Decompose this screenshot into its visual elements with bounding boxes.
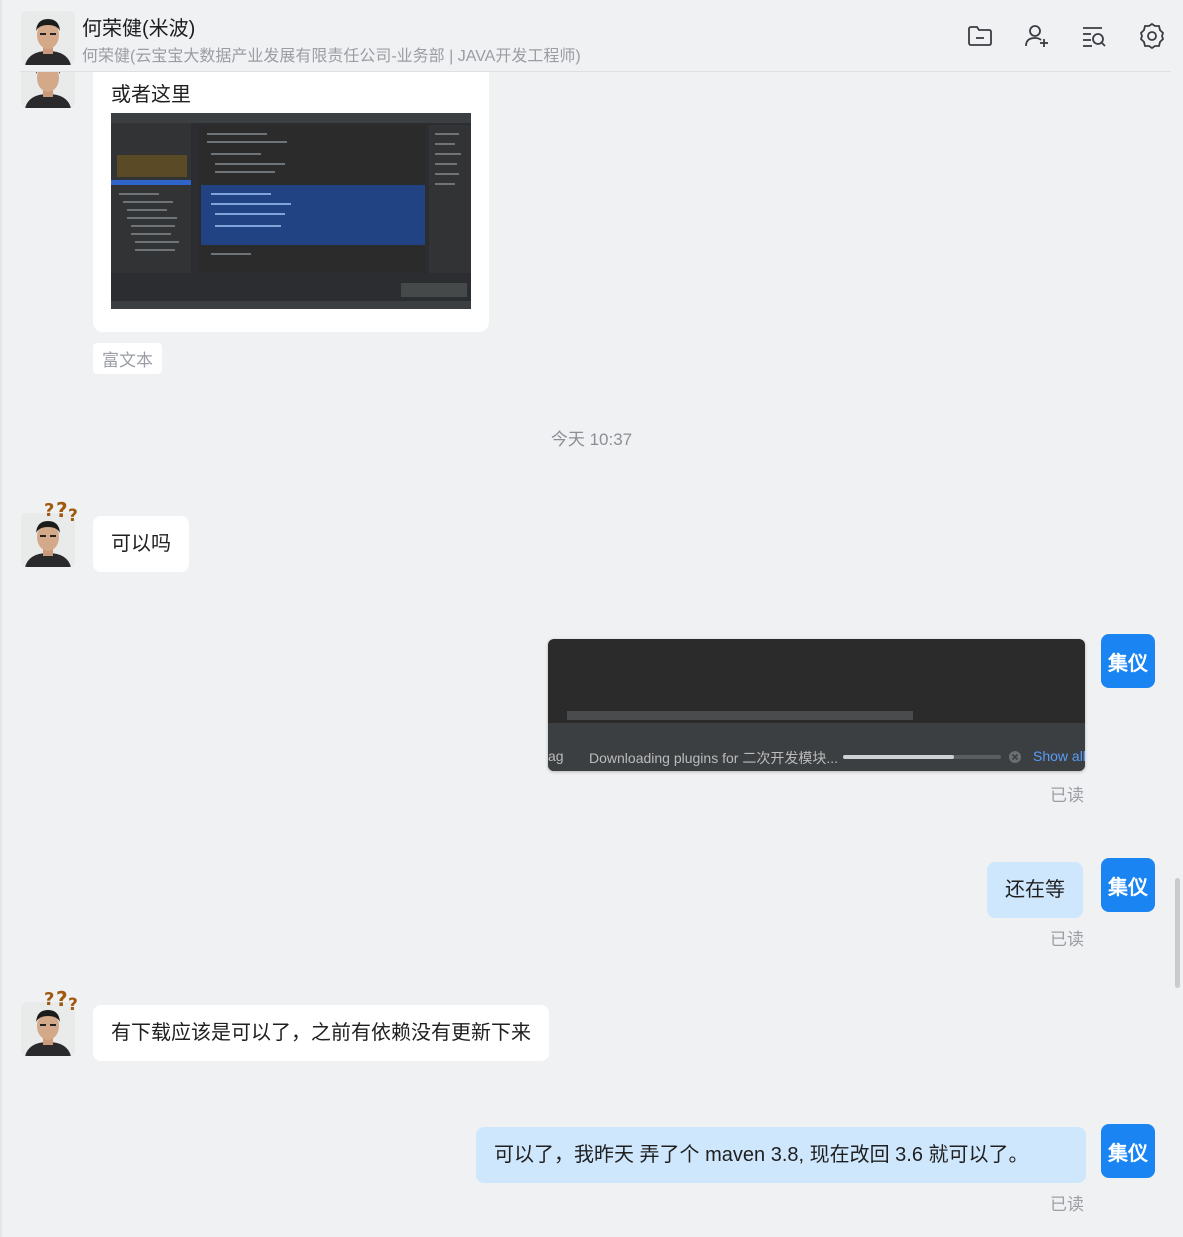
message-bubble[interactable]: 可以吗: [93, 516, 189, 572]
message-bubble[interactable]: 还在等: [987, 862, 1083, 918]
message-bubble[interactable]: 可以了，我昨天 弄了个 maven 3.8, 现在改回 3.6 就可以了。: [476, 1127, 1086, 1183]
show-all-link[interactable]: Show all: [1033, 748, 1085, 764]
read-status: 已读: [1050, 786, 1084, 805]
contact-avatar[interactable]: [21, 11, 75, 65]
my-avatar[interactable]: 集仪: [1101, 858, 1155, 912]
search-list-icon[interactable]: [1080, 22, 1108, 50]
image-scroll-bar: [567, 711, 913, 720]
cut-text: ag: [548, 748, 564, 764]
read-status: 已读: [1050, 930, 1084, 949]
window-edge: [0, 0, 2, 1237]
time-divider: 今天 10:37: [550, 430, 633, 449]
question-marks-icon: ? ? ?: [44, 498, 78, 526]
rich-text-message[interactable]: 或者这里: [93, 72, 489, 332]
contact-organization: 何荣健(云宝宝大数据产业发展有限责任公司-业务部 | JAVA开发工程师): [82, 48, 581, 65]
add-user-icon[interactable]: [1023, 22, 1051, 50]
image-message[interactable]: ag Downloading plugins for 二次开发模块... Sho…: [548, 639, 1085, 771]
progress-track: [843, 755, 1001, 759]
chat-header: 何荣健(米波) 何荣健(云宝宝大数据产业发展有限责任公司-业务部 | JAVA开…: [2, 0, 1183, 72]
folder-minus-icon[interactable]: [966, 22, 994, 50]
message-bubble[interactable]: 有下载应该是可以了，之前有依赖没有更新下来: [93, 1005, 549, 1061]
message-text: 或者这里: [111, 84, 191, 106]
message-type-tag: 富文本: [93, 343, 162, 374]
chat-scrollbar[interactable]: [1175, 878, 1180, 988]
progress-fill: [843, 755, 954, 759]
settings-gear-icon[interactable]: [1138, 22, 1166, 50]
my-avatar[interactable]: 集仪: [1101, 634, 1155, 688]
my-avatar[interactable]: 集仪: [1101, 1124, 1155, 1178]
question-marks-icon: ? ? ?: [44, 987, 78, 1015]
progress-text: Downloading plugins for 二次开发模块...: [589, 750, 838, 766]
ide-screenshot-image[interactable]: [111, 113, 471, 309]
read-status: 已读: [1050, 1195, 1084, 1214]
cancel-icon[interactable]: [1008, 750, 1022, 764]
contact-name: 何荣健(米波): [82, 18, 196, 40]
